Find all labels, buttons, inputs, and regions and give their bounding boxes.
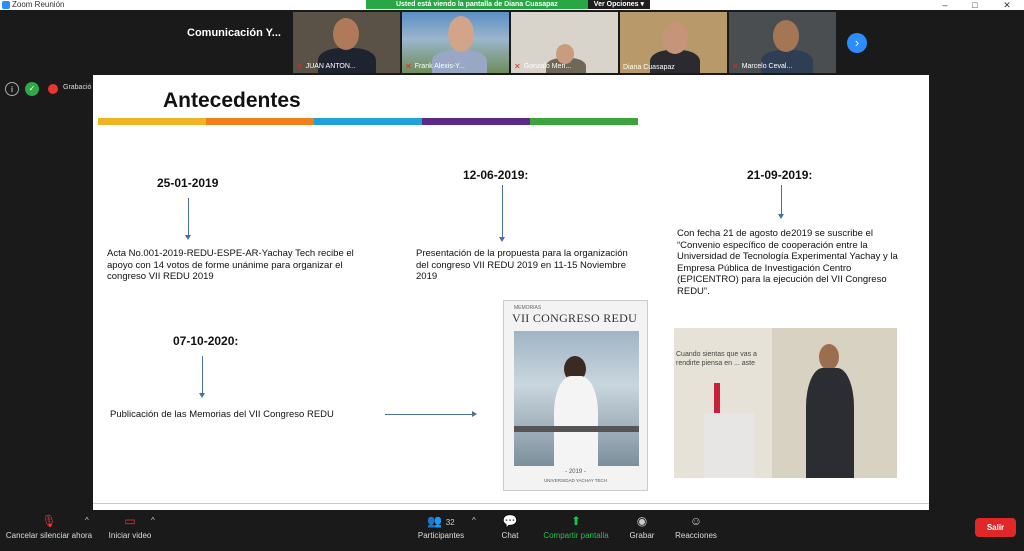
zoom-app-icon	[2, 1, 10, 9]
reactions-button[interactable]: ☺ Reacciones	[672, 514, 720, 540]
participant-tile[interactable]: ✕ JUAN ANTON...	[293, 12, 400, 73]
participant-tile[interactable]: Diana Cuasapaz	[620, 12, 727, 73]
reactions-label: Reacciones	[675, 531, 717, 540]
mic-muted-icon: ✕	[405, 62, 412, 71]
audio-options-caret[interactable]: ^	[85, 516, 89, 525]
slide-divider	[93, 503, 929, 504]
recording-label: Grabació	[63, 84, 92, 91]
down-arrow	[499, 185, 505, 242]
mic-muted-icon: ✕	[514, 62, 521, 71]
participant-name: Frank Alexis-Y...	[414, 63, 465, 70]
shield-icon[interactable]: ✓	[25, 82, 39, 96]
down-arrow	[199, 356, 205, 398]
window-title: Zoom Reunión	[12, 0, 65, 9]
event-date: 12-06-2019:	[463, 168, 529, 182]
shared-slide: Antecedentes 25-01-2019 Acta No.001-2019…	[93, 75, 929, 510]
microphone-muted-icon: 🎙	[41, 514, 57, 528]
slide-heading: Antecedentes	[163, 89, 301, 112]
participants-icon: 👥 32	[427, 514, 455, 528]
right-arrow	[385, 411, 477, 417]
event-description: Acta No.001-2019-REDU-ESPE-AR-Yachay Tec…	[107, 248, 354, 282]
chat-label: Chat	[501, 531, 519, 540]
record-label: Grabar	[629, 531, 655, 540]
share-banner-message: Usted está viendo la pantalla de Diana C…	[366, 0, 588, 9]
event-description: Presentación de la propuesta para la org…	[416, 248, 628, 282]
view-options-button[interactable]: Ver Opciones ▾	[587, 0, 650, 9]
share-screen-button[interactable]: ⬆ Compartir pantalla	[538, 514, 614, 540]
reactions-icon: ☺	[689, 514, 703, 528]
share-screen-icon: ⬆	[570, 514, 582, 528]
mic-muted-icon: ✕	[296, 62, 303, 71]
mute-button[interactable]: 🎙 Cancelar silenciar ahora	[4, 514, 94, 540]
record-button[interactable]: ◉ Grabar	[626, 514, 658, 540]
meeting-title: Comunicación Y...	[187, 27, 281, 39]
down-arrow	[185, 198, 191, 240]
book-cover-image: MEMORIAS VII CONGRESO REDU - 2019 - UNIV…	[503, 300, 648, 491]
participant-tile[interactable]: ✕ Frank Alexis-Y...	[402, 12, 509, 73]
participant-name: Diana Cuasapaz	[623, 64, 675, 71]
event-date: 25-01-2019	[157, 176, 219, 190]
chat-icon: 💬	[502, 514, 518, 528]
exit-meeting-button[interactable]: Salir	[975, 518, 1016, 537]
book-title: VII CONGRESO REDU	[512, 311, 638, 325]
record-icon	[48, 84, 58, 94]
signing-photo: Cuando sientas que vas a rendirte piensa…	[674, 328, 897, 478]
book-university: UNIVERSIDAD YACHAY TECH	[543, 478, 608, 483]
participants-count: 32	[445, 518, 455, 527]
video-options-caret[interactable]: ^	[151, 516, 155, 525]
chat-button[interactable]: 💬 Chat	[496, 514, 524, 540]
participants-options-caret[interactable]: ^	[472, 516, 476, 525]
event-date: 21-09-2019:	[747, 168, 813, 182]
participant-name: Marcelo Ceval...	[741, 63, 793, 70]
mute-label: Cancelar silenciar ahora	[5, 531, 93, 540]
participant-tile[interactable]: ✕ Marcelo Ceval...	[729, 12, 836, 73]
participants-label: Participantes	[417, 531, 465, 540]
event-date: 07-10-2020:	[173, 334, 239, 348]
book-year: - 2019 -	[565, 469, 586, 475]
info-icon[interactable]: i	[5, 82, 19, 96]
event-description: Con fecha 21 de agosto de2019 se suscrib…	[677, 228, 898, 297]
participant-name: Gonzalo Men...	[523, 63, 572, 70]
photo-caption: Cuando sientas que vas a rendirte piensa…	[676, 351, 757, 367]
lab-photo	[514, 331, 639, 466]
mic-muted-icon: ✕	[732, 62, 739, 71]
event-description: Publicación de las Memorias del VII Cong…	[110, 409, 334, 420]
meeting-toolbar: 🎙 Cancelar silenciar ahora ^ ▭ Iniciar v…	[0, 510, 1024, 551]
record-icon: ◉	[636, 514, 648, 528]
start-video-button[interactable]: ▭ Iniciar video	[104, 514, 156, 540]
video-off-icon: ▭	[124, 514, 136, 528]
maximize-button[interactable]: □	[965, 0, 985, 10]
participants-button[interactable]: 👥 32 Participantes	[413, 514, 469, 540]
participant-tile[interactable]: ✕ Gonzalo Men...	[511, 12, 618, 73]
color-divider	[98, 118, 638, 125]
participant-name: JUAN ANTON...	[305, 63, 356, 70]
video-label: Iniciar video	[108, 531, 152, 540]
share-screen-label: Compartir pantalla	[543, 531, 609, 540]
share-banner: Usted está viendo la pantalla de Diana C…	[366, 0, 650, 9]
next-page-button[interactable]: ›	[847, 33, 867, 53]
down-arrow	[778, 185, 784, 219]
minimize-button[interactable]: –	[935, 0, 955, 10]
close-button[interactable]: ✕	[997, 0, 1017, 10]
